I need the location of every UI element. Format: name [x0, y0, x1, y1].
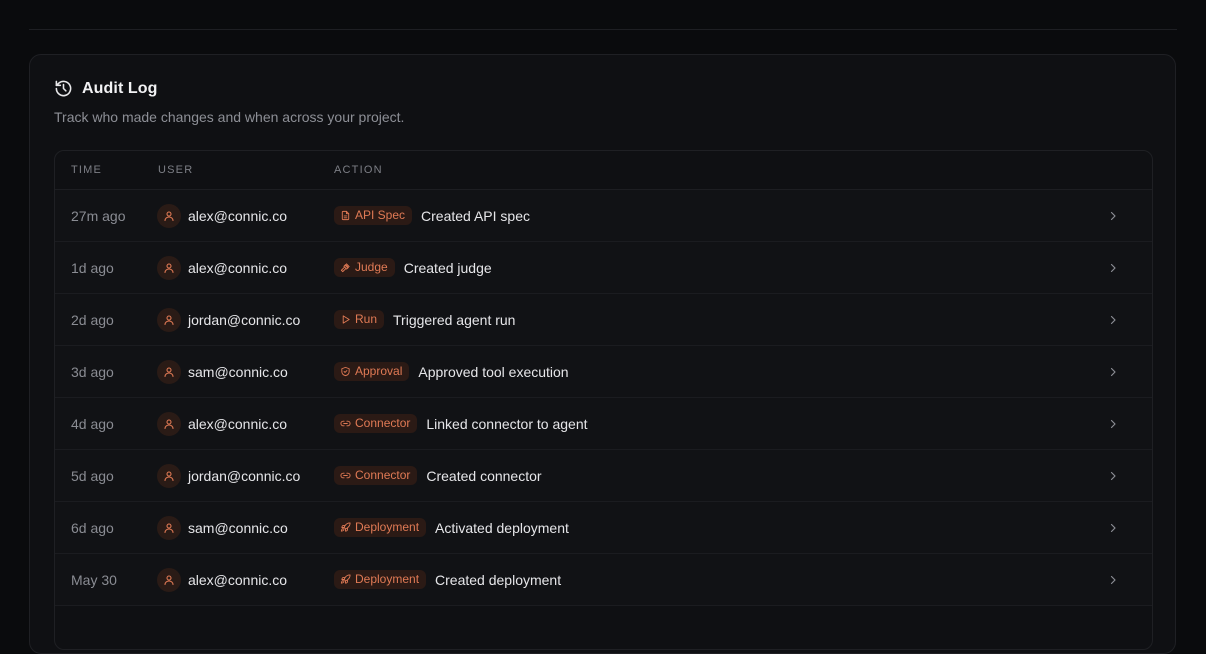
chevron-right-icon[interactable]: [1107, 314, 1119, 326]
badge-label: Deployment: [355, 572, 420, 586]
action-description: Approved tool execution: [418, 363, 569, 380]
avatar: [157, 464, 181, 488]
row-action: API Spec Created API spec: [334, 206, 530, 225]
badge-label: Approval: [355, 364, 403, 378]
resource-badge: Connector: [334, 466, 418, 485]
gavel-icon: [340, 263, 350, 273]
action-description: Linked connector to agent: [426, 415, 588, 432]
row-time: 2d ago: [71, 312, 114, 328]
link-icon: [340, 472, 351, 479]
resource-badge: Connector: [334, 414, 418, 433]
table-row[interactable]: 1d ago alex@connic.co Judge Created judge: [55, 242, 1152, 294]
chevron-right-icon[interactable]: [1107, 366, 1119, 378]
row-time: 5d ago: [71, 468, 114, 484]
table-row[interactable]: 6d ago sam@connic.co Deployment Activated d…: [55, 502, 1152, 554]
avatar: [157, 308, 181, 332]
user-icon: [164, 211, 174, 222]
row-time: 3d ago: [71, 364, 114, 380]
column-header-user: USER: [158, 164, 194, 176]
card-header: Audit Log: [54, 79, 158, 98]
row-action: Judge Created judge: [334, 258, 492, 277]
user-icon: [164, 575, 174, 586]
chevron-right-icon[interactable]: [1107, 470, 1119, 482]
chevron-right-icon[interactable]: [1107, 210, 1119, 222]
row-time: 27m ago: [71, 208, 126, 224]
resource-badge: Judge: [334, 258, 395, 277]
row-time: 4d ago: [71, 416, 114, 432]
file-icon: [341, 210, 350, 221]
row-action: Connector Created connector: [334, 466, 542, 485]
resource-badge: Deployment: [334, 570, 427, 589]
resource-badge: Approval: [334, 362, 410, 381]
history-icon: [55, 80, 72, 97]
audit-log-card: Audit Log Track who made changes and whe…: [29, 54, 1176, 654]
row-user: alex@connic.co: [188, 416, 288, 432]
user-icon: [164, 419, 174, 430]
table-row[interactable]: 2d ago jordan@connic.co Run Triggered agent…: [55, 294, 1152, 346]
row-user: sam@connic.co: [188, 520, 288, 536]
row-user: jordan@connic.co: [188, 468, 301, 484]
table-header: TIME USER ACTION: [55, 151, 1152, 190]
badge-label: Run: [355, 312, 378, 326]
row-user: sam@connic.co: [188, 364, 288, 380]
row-time: 6d ago: [71, 520, 114, 536]
table-row[interactable]: 3d ago sam@connic.co Approval Approved tool…: [55, 346, 1152, 398]
row-action: Approval Approved tool execution: [334, 362, 569, 381]
action-description: Triggered agent run: [393, 311, 516, 328]
chevron-right-icon[interactable]: [1107, 522, 1119, 534]
user-icon: [164, 367, 174, 378]
column-header-time: TIME: [71, 164, 103, 176]
badge-label: Judge: [355, 260, 388, 274]
chevron-right-icon[interactable]: [1107, 574, 1119, 586]
user-icon: [164, 263, 174, 274]
row-user: alex@connic.co: [188, 572, 288, 588]
play-icon: [342, 315, 350, 324]
avatar: [157, 204, 181, 228]
row-time: 1d ago: [71, 260, 114, 276]
user-icon: [164, 471, 174, 482]
action-description: Created API spec: [421, 207, 530, 224]
action-description: Created connector: [426, 467, 542, 484]
row-action: Deployment Created deployment: [334, 570, 561, 589]
row-user: alex@connic.co: [188, 260, 288, 276]
resource-badge: Run: [334, 310, 385, 329]
resource-badge: Deployment: [334, 518, 427, 537]
row-action: Connector Linked connector to agent: [334, 414, 588, 433]
badge-label: API Spec: [355, 208, 406, 222]
audit-log-table: TIME USER ACTION 27m ago alex@connic.co AP…: [54, 150, 1153, 650]
action-description: Created deployment: [435, 571, 562, 588]
table-row[interactable]: 4d ago alex@connic.co Connector Linked conn…: [55, 398, 1152, 450]
rocket-icon: [340, 522, 351, 532]
avatar: [157, 412, 181, 436]
user-icon: [164, 523, 174, 534]
table-row[interactable]: 5d ago jordan@connic.co Connector Created c…: [55, 450, 1152, 502]
resource-badge: API Spec: [334, 206, 413, 225]
badge-label: Connector: [355, 468, 411, 482]
chevron-right-icon[interactable]: [1107, 418, 1119, 430]
shield-check-icon: [341, 366, 350, 377]
column-header-action: ACTION: [334, 164, 383, 176]
chevron-right-icon[interactable]: [1107, 262, 1119, 274]
action-description: Created judge: [403, 259, 492, 276]
badge-label: Deployment: [355, 520, 420, 534]
table-row[interactable]: 27m ago alex@connic.co API Spec Created API…: [55, 190, 1152, 242]
row-user: alex@connic.co: [188, 208, 288, 224]
badge-label: Connector: [355, 416, 411, 430]
row-time: May 30: [71, 572, 117, 588]
avatar: [157, 568, 181, 592]
card-subtitle: Track who made changes and when across y…: [54, 109, 405, 125]
table-row[interactable]: May 30 alex@connic.co Deployment Created de…: [55, 554, 1152, 606]
avatar: [157, 256, 181, 280]
action-description: Activated deployment: [435, 519, 569, 536]
row-user: jordan@connic.co: [188, 312, 301, 328]
user-icon: [164, 315, 174, 326]
avatar: [157, 516, 181, 540]
top-divider: [29, 29, 1177, 30]
avatar: [157, 360, 181, 384]
link-icon: [340, 420, 351, 427]
row-action: Run Triggered agent run: [334, 310, 515, 329]
row-action: Deployment Activated deployment: [334, 518, 569, 537]
rocket-icon: [340, 574, 351, 584]
card-title: Audit Log: [82, 79, 158, 97]
